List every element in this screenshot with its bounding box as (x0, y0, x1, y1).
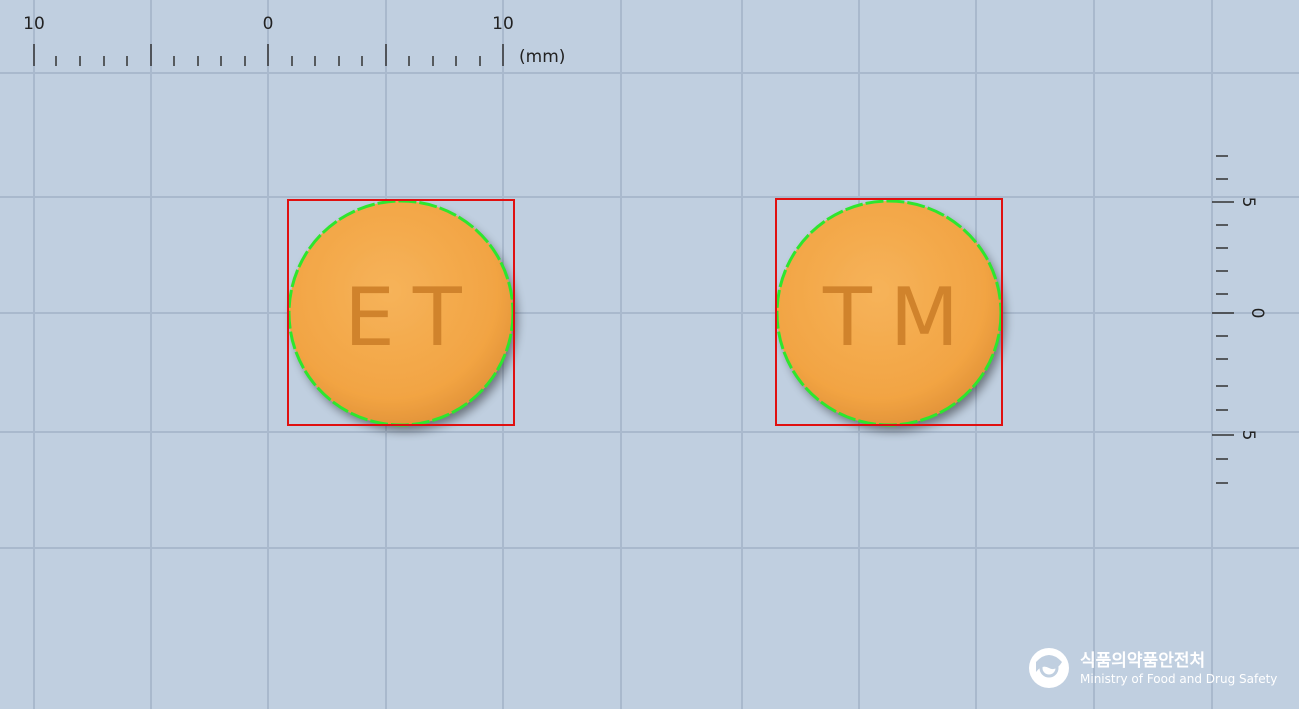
pill-right: TM (775, 198, 1003, 427)
pill-left: ET (287, 199, 515, 427)
mfds-emblem-icon (1029, 648, 1069, 688)
logo-korean-name: 식품의약품안전처 (1080, 650, 1205, 671)
top-ruler-label-center: 0 (263, 14, 274, 34)
top-ruler-label-right: 10 (492, 14, 514, 34)
mfds-logo: 식품의약품안전처 Ministry of Food and Drug Safet… (1029, 648, 1277, 688)
top-ruler-unit: (mm) (519, 47, 565, 67)
right-ruler: 5 0 5 (1212, 155, 1267, 484)
pill-right-imprint: TM (822, 271, 977, 364)
right-ruler-label-top: 5 (1238, 197, 1258, 208)
top-ruler-label-left: 10 (23, 14, 45, 34)
logo-english-name: Ministry of Food and Drug Safety (1080, 672, 1277, 686)
pill-left-imprint: ET (344, 271, 479, 364)
background-grid (0, 0, 1299, 709)
top-ruler: 10 0 10 (mm) (23, 14, 565, 67)
pill-identification-image: 10 0 10 (mm) 5 0 5 ET TM 식품의약품안전처 Minist… (0, 0, 1299, 709)
right-ruler-label-center: 0 (1247, 308, 1267, 319)
right-ruler-label-bottom: 5 (1238, 430, 1258, 441)
